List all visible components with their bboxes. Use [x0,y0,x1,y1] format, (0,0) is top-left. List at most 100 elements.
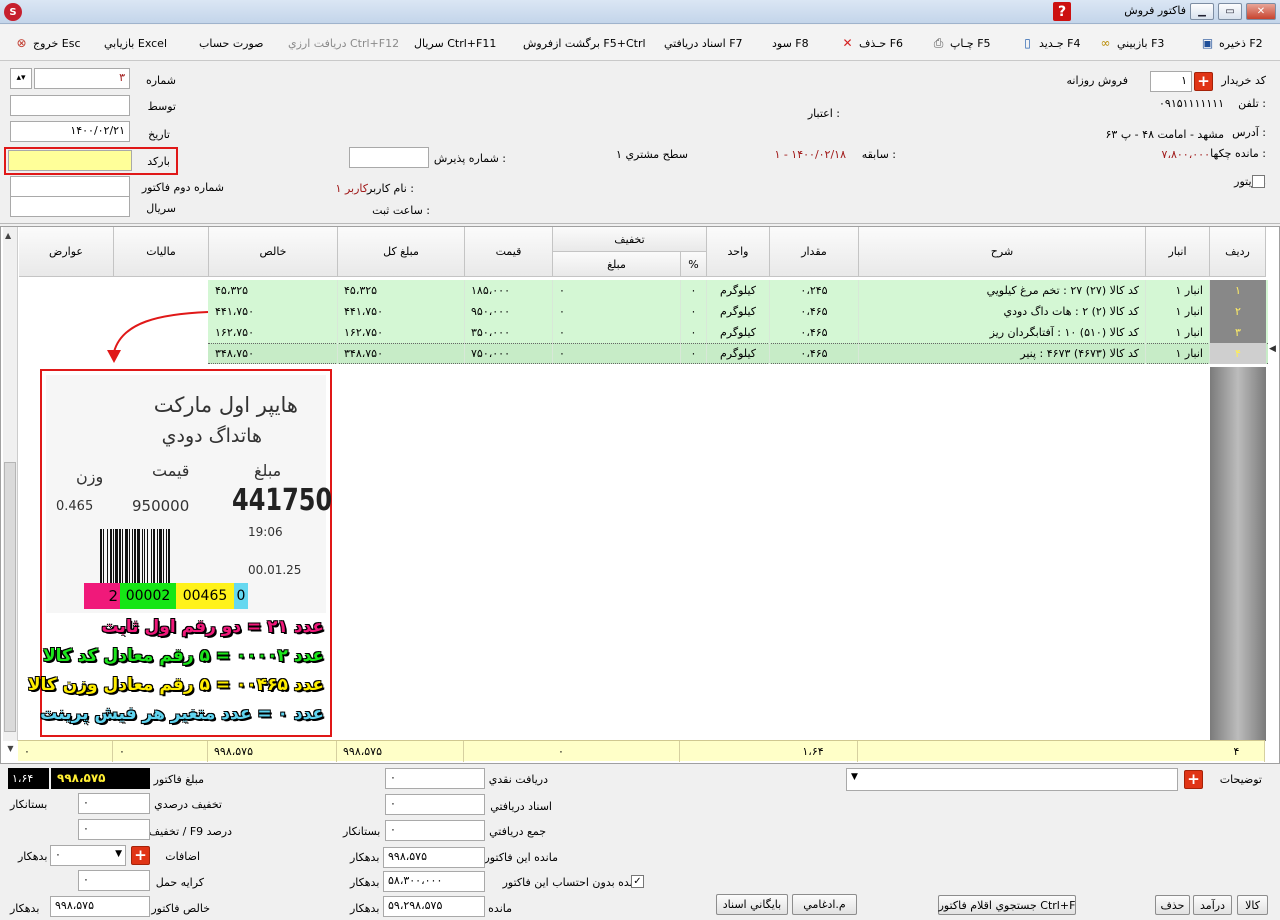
total-received-input[interactable]: ۰ [385,820,485,841]
col-disc-pct-header[interactable]: % [681,252,707,277]
row-number[interactable]: ۱ [1210,280,1266,301]
cell-desc[interactable]: کد کالا (۲۷) ۲۷ : تخم مرغ کيلويي [859,280,1146,301]
cell-price[interactable]: ۷۵۰،۰۰۰ [465,343,553,364]
date-input[interactable]: ۱۴۰۰/۰۲/۲۱ [10,121,130,142]
cell-pct[interactable]: ۰ [681,301,707,322]
cell-pct[interactable]: ۰ [681,322,707,343]
table-row[interactable]: انبار ۱ کد کالا (۲۷) ۲۷ : تخم مرغ کيلويي ۰… [1,280,1279,301]
second-invoice-input[interactable] [10,176,130,197]
pct-discount-input[interactable]: ۰ [78,793,150,814]
search-items-button[interactable]: جستجوي اقلام فاکتور Ctrl+F [938,895,1076,915]
cell-net[interactable]: ۴۵،۳۲۵ [209,280,338,301]
fx-receive-button[interactable]: دريافت ارزي Ctrl+F12 [288,34,399,52]
profit-button[interactable]: سود F8 [772,34,809,52]
cell-price[interactable]: ۳۵۰،۰۰۰ [465,322,553,343]
row-number[interactable]: ۲ [1210,301,1266,322]
cell-store[interactable]: انبار ۱ [1146,280,1210,301]
col-unit-header[interactable]: واحد [707,227,770,277]
number-input[interactable]: ۳ [34,68,130,89]
additions-dropdown-icon[interactable]: ▼ [115,849,122,859]
received-docs-input[interactable]: ۰ [385,794,485,815]
cell-desc[interactable]: کد کالا (۵۱۰) ۱۰ : آفتابگردان ريز [859,322,1146,343]
new-button[interactable]: ▯ جـديد F4 [1020,34,1080,52]
merged-button[interactable]: م.ادغامي [792,894,857,915]
add-buyer-button[interactable]: + [1194,72,1213,91]
scroll-thumb[interactable] [4,462,16,732]
reception-no-input[interactable] [349,147,429,168]
cell-total[interactable]: ۴۵،۳۲۵ [338,280,465,301]
col-total-header[interactable]: مبلغ کل [338,227,465,277]
cell-store[interactable]: انبار ۱ [1146,301,1210,322]
cell-unit[interactable]: کيلوگرم [707,301,770,322]
cell-qty[interactable]: ۰،۴۶۵ [770,322,859,343]
barcode-input[interactable] [8,150,132,171]
col-net-header[interactable]: خالص [209,227,338,277]
income-button[interactable]: درآمد [1193,895,1232,915]
f9-discount-input[interactable]: ۰ [78,819,150,840]
freight-input[interactable]: ۰ [78,870,150,891]
save-button[interactable]: ▣ ذخيره F2 [1200,34,1263,52]
balance-input[interactable]: ۵۹،۲۹۸،۵۷۵ [383,896,485,917]
cell-amt[interactable]: ۰ [553,301,681,322]
cell-amt[interactable]: ۰ [553,322,681,343]
cash-input[interactable]: ۰ [385,768,485,789]
serial-input[interactable] [10,196,130,217]
cell-net[interactable]: ۳۴۸،۷۵۰ [209,343,338,364]
cell-pct[interactable]: ۰ [681,280,707,301]
number-spinner[interactable]: ▴▾ [10,68,32,89]
minimize-button[interactable]: ▁ [1190,3,1214,20]
col-tax-header[interactable]: ماليات [114,227,209,277]
cell-net[interactable]: ۱۶۲،۷۵۰ [209,322,338,343]
col-row-header[interactable]: رديف [1210,227,1266,277]
help-button[interactable]: ? [1053,2,1071,21]
cell-amt[interactable]: ۰ [553,343,681,364]
col-disc-amt-header[interactable]: مبلغ [553,252,681,277]
exit-button[interactable]: ⊗ خروج Esc [14,34,80,52]
cell-price[interactable]: ۹۵۰،۰۰۰ [465,301,553,322]
close-window-button[interactable]: ✕ [1246,3,1276,20]
balance-without-input[interactable]: ۵۸،۳۰۰،۰۰۰ [383,871,485,892]
goods-button[interactable]: کالا [1237,895,1268,915]
add-additions-button[interactable]: + [131,846,150,865]
invoice-balance-input[interactable]: ۹۹۸،۵۷۵ [383,847,485,868]
col-price-header[interactable]: قيمت [465,227,553,277]
cell-price[interactable]: ۱۸۵،۰۰۰ [465,280,553,301]
cell-store[interactable]: انبار ۱ [1146,343,1210,364]
cell-unit[interactable]: کيلوگرم [707,322,770,343]
vertical-scrollbar[interactable]: ▲ [3,227,18,741]
cell-net[interactable]: ۴۴۱،۷۵۰ [209,301,338,322]
cell-qty[interactable]: ۰،۲۴۵ [770,280,859,301]
col-levy-header[interactable]: عوارض [19,227,114,277]
cell-unit[interactable]: کيلوگرم [707,343,770,364]
scroll-down-icon[interactable]: ▼ [3,744,18,762]
print-button[interactable]: ⎙ چـاپ F5 [931,34,991,52]
cell-pct[interactable]: ۰ [681,343,707,364]
archive-docs-button[interactable]: بايگاني اسناد [716,894,788,915]
cell-total[interactable]: ۳۴۸،۷۵۰ [338,343,465,364]
excel-review-button[interactable]: بازيابي Excel [104,34,167,52]
row-number[interactable]: ۳ [1210,322,1266,343]
col-qty-header[interactable]: مقدار [770,227,859,277]
scroll-up-icon[interactable]: ▲ [5,231,11,240]
by-input[interactable] [10,95,130,116]
cell-desc[interactable]: کد کالا (۴۶۷۳) ۴۶۷۳ : پنير [859,343,1146,364]
cell-store[interactable]: انبار ۱ [1146,322,1210,343]
cell-desc[interactable]: کد کالا (۲) ۲ : هات داگ دودي [859,301,1146,322]
col-desc-header[interactable]: شرح [859,227,1146,277]
buyer-code-input[interactable]: ۱ [1150,71,1192,92]
maximize-button[interactable]: ▭ [1218,3,1242,20]
serial-button[interactable]: سريال Ctrl+F11 [414,34,496,52]
col-store-header[interactable]: انبار [1146,227,1210,277]
cell-qty[interactable]: ۰،۴۶۵ [770,301,859,322]
visitor-checkbox[interactable] [1252,175,1265,188]
return-sale-button[interactable]: برگشت ازفروش F5+Ctrl [523,34,646,52]
cell-total[interactable]: ۱۶۲،۷۵۰ [338,322,465,343]
cell-unit[interactable]: کيلوگرم [707,280,770,301]
received-docs-button[interactable]: اسناد دريافتي F7 [664,34,743,52]
balance-without-checkbox[interactable]: ✓ [631,875,644,888]
revisit-button[interactable]: ∞ بازبيني F3 [1098,34,1165,52]
account-statement-button[interactable]: صورت حساب [199,34,264,52]
add-note-button[interactable]: + [1184,770,1203,789]
cell-total[interactable]: ۴۴۱،۷۵۰ [338,301,465,322]
notes-dropdown[interactable]: ▼ [846,768,1178,791]
